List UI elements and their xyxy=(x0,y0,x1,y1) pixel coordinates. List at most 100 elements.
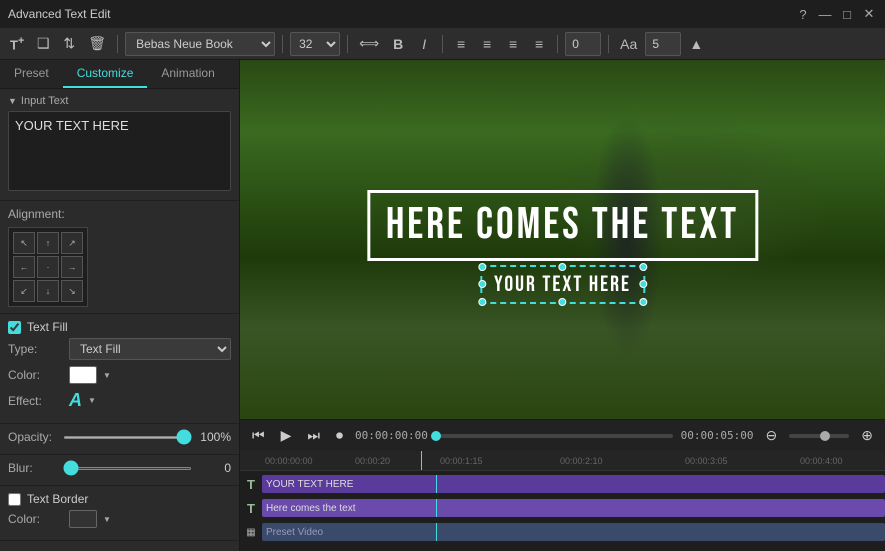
border-color-swatch[interactable] xyxy=(69,510,97,528)
text-fill-checkbox-row: Text Fill xyxy=(8,320,231,334)
align-middle-right[interactable]: → xyxy=(61,256,83,278)
italic-icon: I xyxy=(422,36,426,52)
extra-icon: Aa xyxy=(620,36,637,52)
input-text-header[interactable]: ▼ Input Text xyxy=(8,95,231,107)
track-row-1: T YOUR TEXT HERE xyxy=(240,473,885,495)
align-middle-center[interactable]: · xyxy=(37,256,59,278)
font-size-selector[interactable]: 32 xyxy=(290,32,340,56)
track-content-2[interactable]: Here comes the text xyxy=(262,499,885,517)
track-content-3[interactable]: Preset Video xyxy=(262,523,885,541)
tab-preset[interactable]: Preset xyxy=(0,60,63,88)
opacity-row: Opacity: 100% xyxy=(8,430,231,444)
handle-mid-right[interactable] xyxy=(639,280,647,288)
current-time: 00:00:00:00 xyxy=(355,429,428,442)
blur-slider[interactable] xyxy=(63,467,192,470)
align-bottom-right[interactable]: ↘ xyxy=(61,280,83,302)
handle-top-left[interactable] xyxy=(478,263,486,271)
bold-button[interactable]: B xyxy=(387,32,409,56)
your-text-overlay[interactable]: YOUR TEXT HERE xyxy=(480,265,645,304)
alignment-grid: ↖ ↑ ↗ ← · → ↙ ↓ ↘ xyxy=(8,227,88,307)
here-comes-text: HERE COMES THE TEXT xyxy=(367,190,758,261)
your-text-content: YOUR TEXT HERE xyxy=(494,271,631,298)
ruler-label-5: 00:00:4:00 xyxy=(800,456,843,466)
opacity-slider[interactable] xyxy=(63,436,192,439)
type-row: Type: Text Fill xyxy=(8,338,231,360)
color-row: Color: ▼ xyxy=(8,366,231,384)
align-top-center[interactable]: ↑ xyxy=(37,232,59,254)
color-arrow-icon[interactable]: ▼ xyxy=(103,371,111,380)
align-bottom-left[interactable]: ↙ xyxy=(13,280,35,302)
italic-button[interactable]: I xyxy=(413,32,435,56)
separator-6 xyxy=(608,35,609,53)
effect-letter-icon: A xyxy=(69,390,82,411)
arrange-button[interactable]: ⇅ xyxy=(58,32,80,56)
font-selector[interactable]: Bebas Neue Book xyxy=(125,32,275,56)
close-button[interactable]: ✕ xyxy=(861,6,877,22)
border-color-row: Color: ▼ xyxy=(8,510,231,528)
delete-icon: 🗑 xyxy=(88,35,106,52)
align-left-button[interactable]: ≡ xyxy=(450,32,472,56)
align-bottom-center[interactable]: ↓ xyxy=(37,280,59,302)
minimize-button[interactable]: — xyxy=(817,6,833,22)
title-bar-controls: ? — □ ✕ xyxy=(795,6,877,22)
text-border-checkbox[interactable] xyxy=(8,493,21,506)
extra-icon-button[interactable]: Aa xyxy=(616,32,641,56)
align-top-right[interactable]: ↗ xyxy=(61,232,83,254)
app-title: Advanced Text Edit xyxy=(8,7,111,21)
delete-button[interactable]: 🗑 xyxy=(84,32,110,56)
align-middle-left[interactable]: ← xyxy=(13,256,35,278)
text-border-section: Text Border Color: ▼ xyxy=(0,486,239,541)
tab-customize[interactable]: Customize xyxy=(63,60,148,88)
blur-section: Blur: 0 xyxy=(0,455,239,486)
align-justify-button[interactable]: ≡ xyxy=(528,32,550,56)
main-content: Preset Customize Animation ▼ Input Text … xyxy=(0,60,885,551)
extra-up-button[interactable]: ▲ xyxy=(685,32,707,56)
handle-mid-left[interactable] xyxy=(478,280,486,288)
track-icon-2: T xyxy=(240,497,262,519)
align-top-left[interactable]: ↖ xyxy=(13,232,35,254)
volume-up-button[interactable]: ⊕ xyxy=(857,425,877,446)
record-button[interactable]: ⏺ xyxy=(332,425,347,446)
add-text-button[interactable]: T+ xyxy=(6,32,28,56)
separator-3 xyxy=(347,35,348,53)
spacing-icon-button[interactable]: ⟺ xyxy=(355,32,383,56)
video-text-overlay: HERE COMES THE TEXT YOUR TEXT HERE xyxy=(367,190,758,304)
text-input[interactable]: YOUR TEXT HERE xyxy=(8,111,231,191)
skip-start-button[interactable]: ⏮ xyxy=(248,425,269,446)
skip-frame-button[interactable]: ⏭ xyxy=(303,425,324,446)
play-button[interactable]: ▶ xyxy=(277,425,296,446)
align-left-icon: ≡ xyxy=(457,36,465,52)
align-center-button[interactable]: ≡ xyxy=(476,32,498,56)
help-button[interactable]: ? xyxy=(795,6,811,22)
text-border-label[interactable]: Text Border xyxy=(27,492,88,506)
blur-label: Blur: xyxy=(8,461,57,475)
color-label: Color: xyxy=(8,368,63,382)
volume-down-button[interactable]: ⊖ xyxy=(762,425,782,446)
spacing-input[interactable] xyxy=(565,32,601,56)
text-border-checkbox-row: Text Border xyxy=(8,492,231,506)
maximize-button[interactable]: □ xyxy=(839,6,855,22)
handle-bottom-mid[interactable] xyxy=(558,298,566,306)
tab-animation[interactable]: Animation xyxy=(147,60,228,88)
track-icon-1: T xyxy=(240,473,262,495)
video-preview: HERE COMES THE TEXT YOUR TEXT HERE xyxy=(240,60,885,419)
zoom-track[interactable] xyxy=(789,434,849,438)
track-row-3: ▦ Preset Video xyxy=(240,521,885,543)
type-selector[interactable]: Text Fill xyxy=(69,338,231,360)
copy-button[interactable]: ❑ xyxy=(32,32,54,56)
track-content-1[interactable]: YOUR TEXT HERE xyxy=(262,475,885,493)
arrange-icon: ⇅ xyxy=(63,35,75,52)
opacity-label: Opacity: xyxy=(8,430,57,444)
effect-arrow-icon[interactable]: ▼ xyxy=(88,396,96,405)
progress-track[interactable] xyxy=(436,434,673,438)
color-swatch[interactable] xyxy=(69,366,97,384)
align-right-button[interactable]: ≡ xyxy=(502,32,524,56)
text-fill-checkbox[interactable] xyxy=(8,321,21,334)
border-color-arrow-icon[interactable]: ▼ xyxy=(103,515,111,524)
handle-top-right[interactable] xyxy=(639,263,647,271)
handle-top-mid[interactable] xyxy=(558,263,566,271)
ruler-label-0: 00:00:00:00 xyxy=(265,456,313,466)
track-clip-2: Here comes the text xyxy=(262,499,885,517)
text-fill-label[interactable]: Text Fill xyxy=(27,320,68,334)
extra-input[interactable] xyxy=(645,32,681,56)
